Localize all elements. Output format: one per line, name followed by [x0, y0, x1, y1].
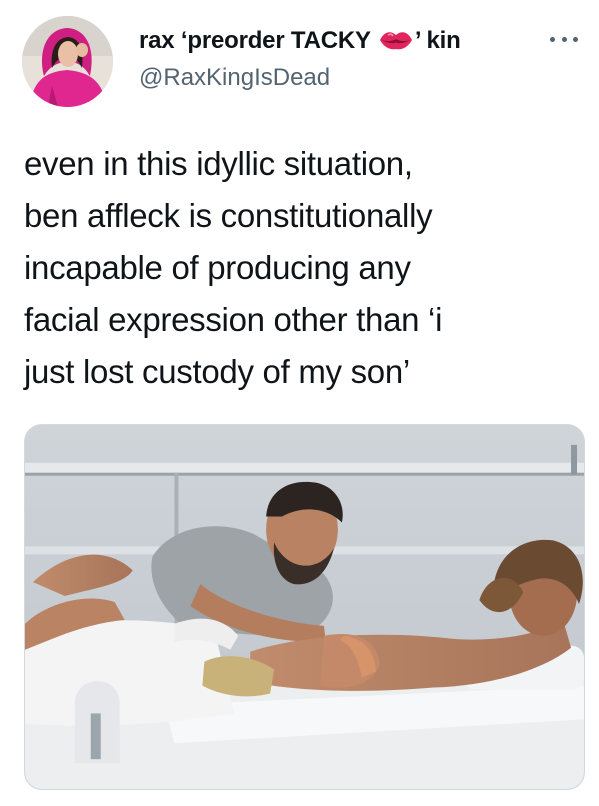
- display-name-part-2: ’ kin: [414, 27, 461, 54]
- more-button[interactable]: [548, 27, 580, 51]
- more-icon-dot: [573, 36, 578, 42]
- tweet-photo[interactable]: [24, 424, 585, 790]
- avatar[interactable]: [22, 16, 113, 107]
- tweet-text: even in this idyllic situation, ben affl…: [24, 145, 443, 390]
- author-display-name[interactable]: rax ‘preorder TACKY ’ kin: [139, 27, 461, 55]
- lips-icon: [379, 29, 413, 51]
- display-name-part-1: rax ‘preorder TACKY: [139, 27, 371, 54]
- more-icon-dot: [561, 36, 567, 42]
- tweet: rax ‘preorder TACKY ’ kin @RaxKingIsDead…: [0, 0, 599, 806]
- more-icon: [550, 36, 555, 42]
- author-handle[interactable]: @RaxKingIsDead: [139, 64, 330, 92]
